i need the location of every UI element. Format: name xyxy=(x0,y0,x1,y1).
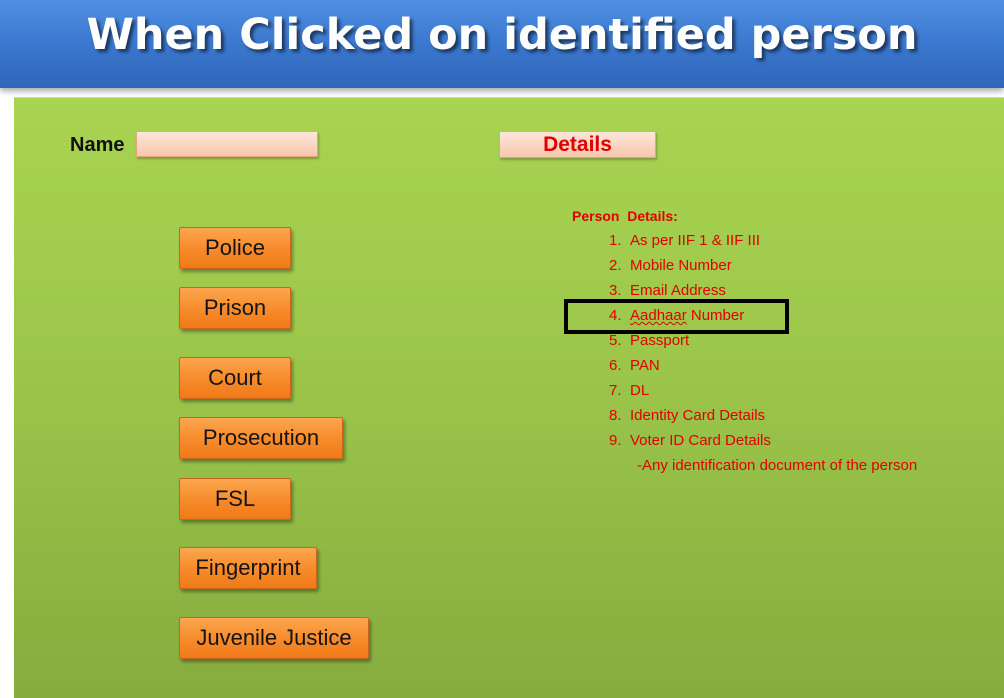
list-item: 5. Passport xyxy=(609,332,690,349)
list-item: 7. DL xyxy=(609,382,650,399)
list-item: 2. Mobile Number xyxy=(609,257,732,274)
prosecution-button[interactable]: Prosecution xyxy=(179,417,343,459)
fsl-button[interactable]: FSL xyxy=(179,478,291,520)
list-item: 1. As per IIF 1 & IIF III xyxy=(609,232,761,249)
juvenile-justice-button[interactable]: Juvenile Justice xyxy=(179,617,369,659)
name-input[interactable] xyxy=(136,131,318,157)
police-button[interactable]: Police xyxy=(179,227,291,269)
list-item: 6. PAN xyxy=(609,357,660,374)
court-button[interactable]: Court xyxy=(179,357,291,399)
list-item: 9. Voter ID Card Details xyxy=(609,432,771,449)
person-details-list: 1. As per IIF 1 & IIF III 2. Mobile Number… xyxy=(600,232,771,457)
aadhaar-highlight-box xyxy=(564,299,789,334)
prison-button[interactable]: Prison xyxy=(179,287,291,329)
page-title: When Clicked on identified person xyxy=(86,10,918,60)
name-label: Name xyxy=(70,134,125,156)
person-details-heading: Person Details: xyxy=(572,208,678,224)
details-button[interactable]: Details xyxy=(499,131,656,158)
identification-note: -Any identification document of the pers… xyxy=(637,457,918,474)
content-panel xyxy=(14,97,1004,698)
list-item: 8. Identity Card Details xyxy=(609,407,766,424)
title-banner: When Clicked on identified person xyxy=(0,0,1004,88)
fingerprint-button[interactable]: Fingerprint xyxy=(179,547,317,589)
